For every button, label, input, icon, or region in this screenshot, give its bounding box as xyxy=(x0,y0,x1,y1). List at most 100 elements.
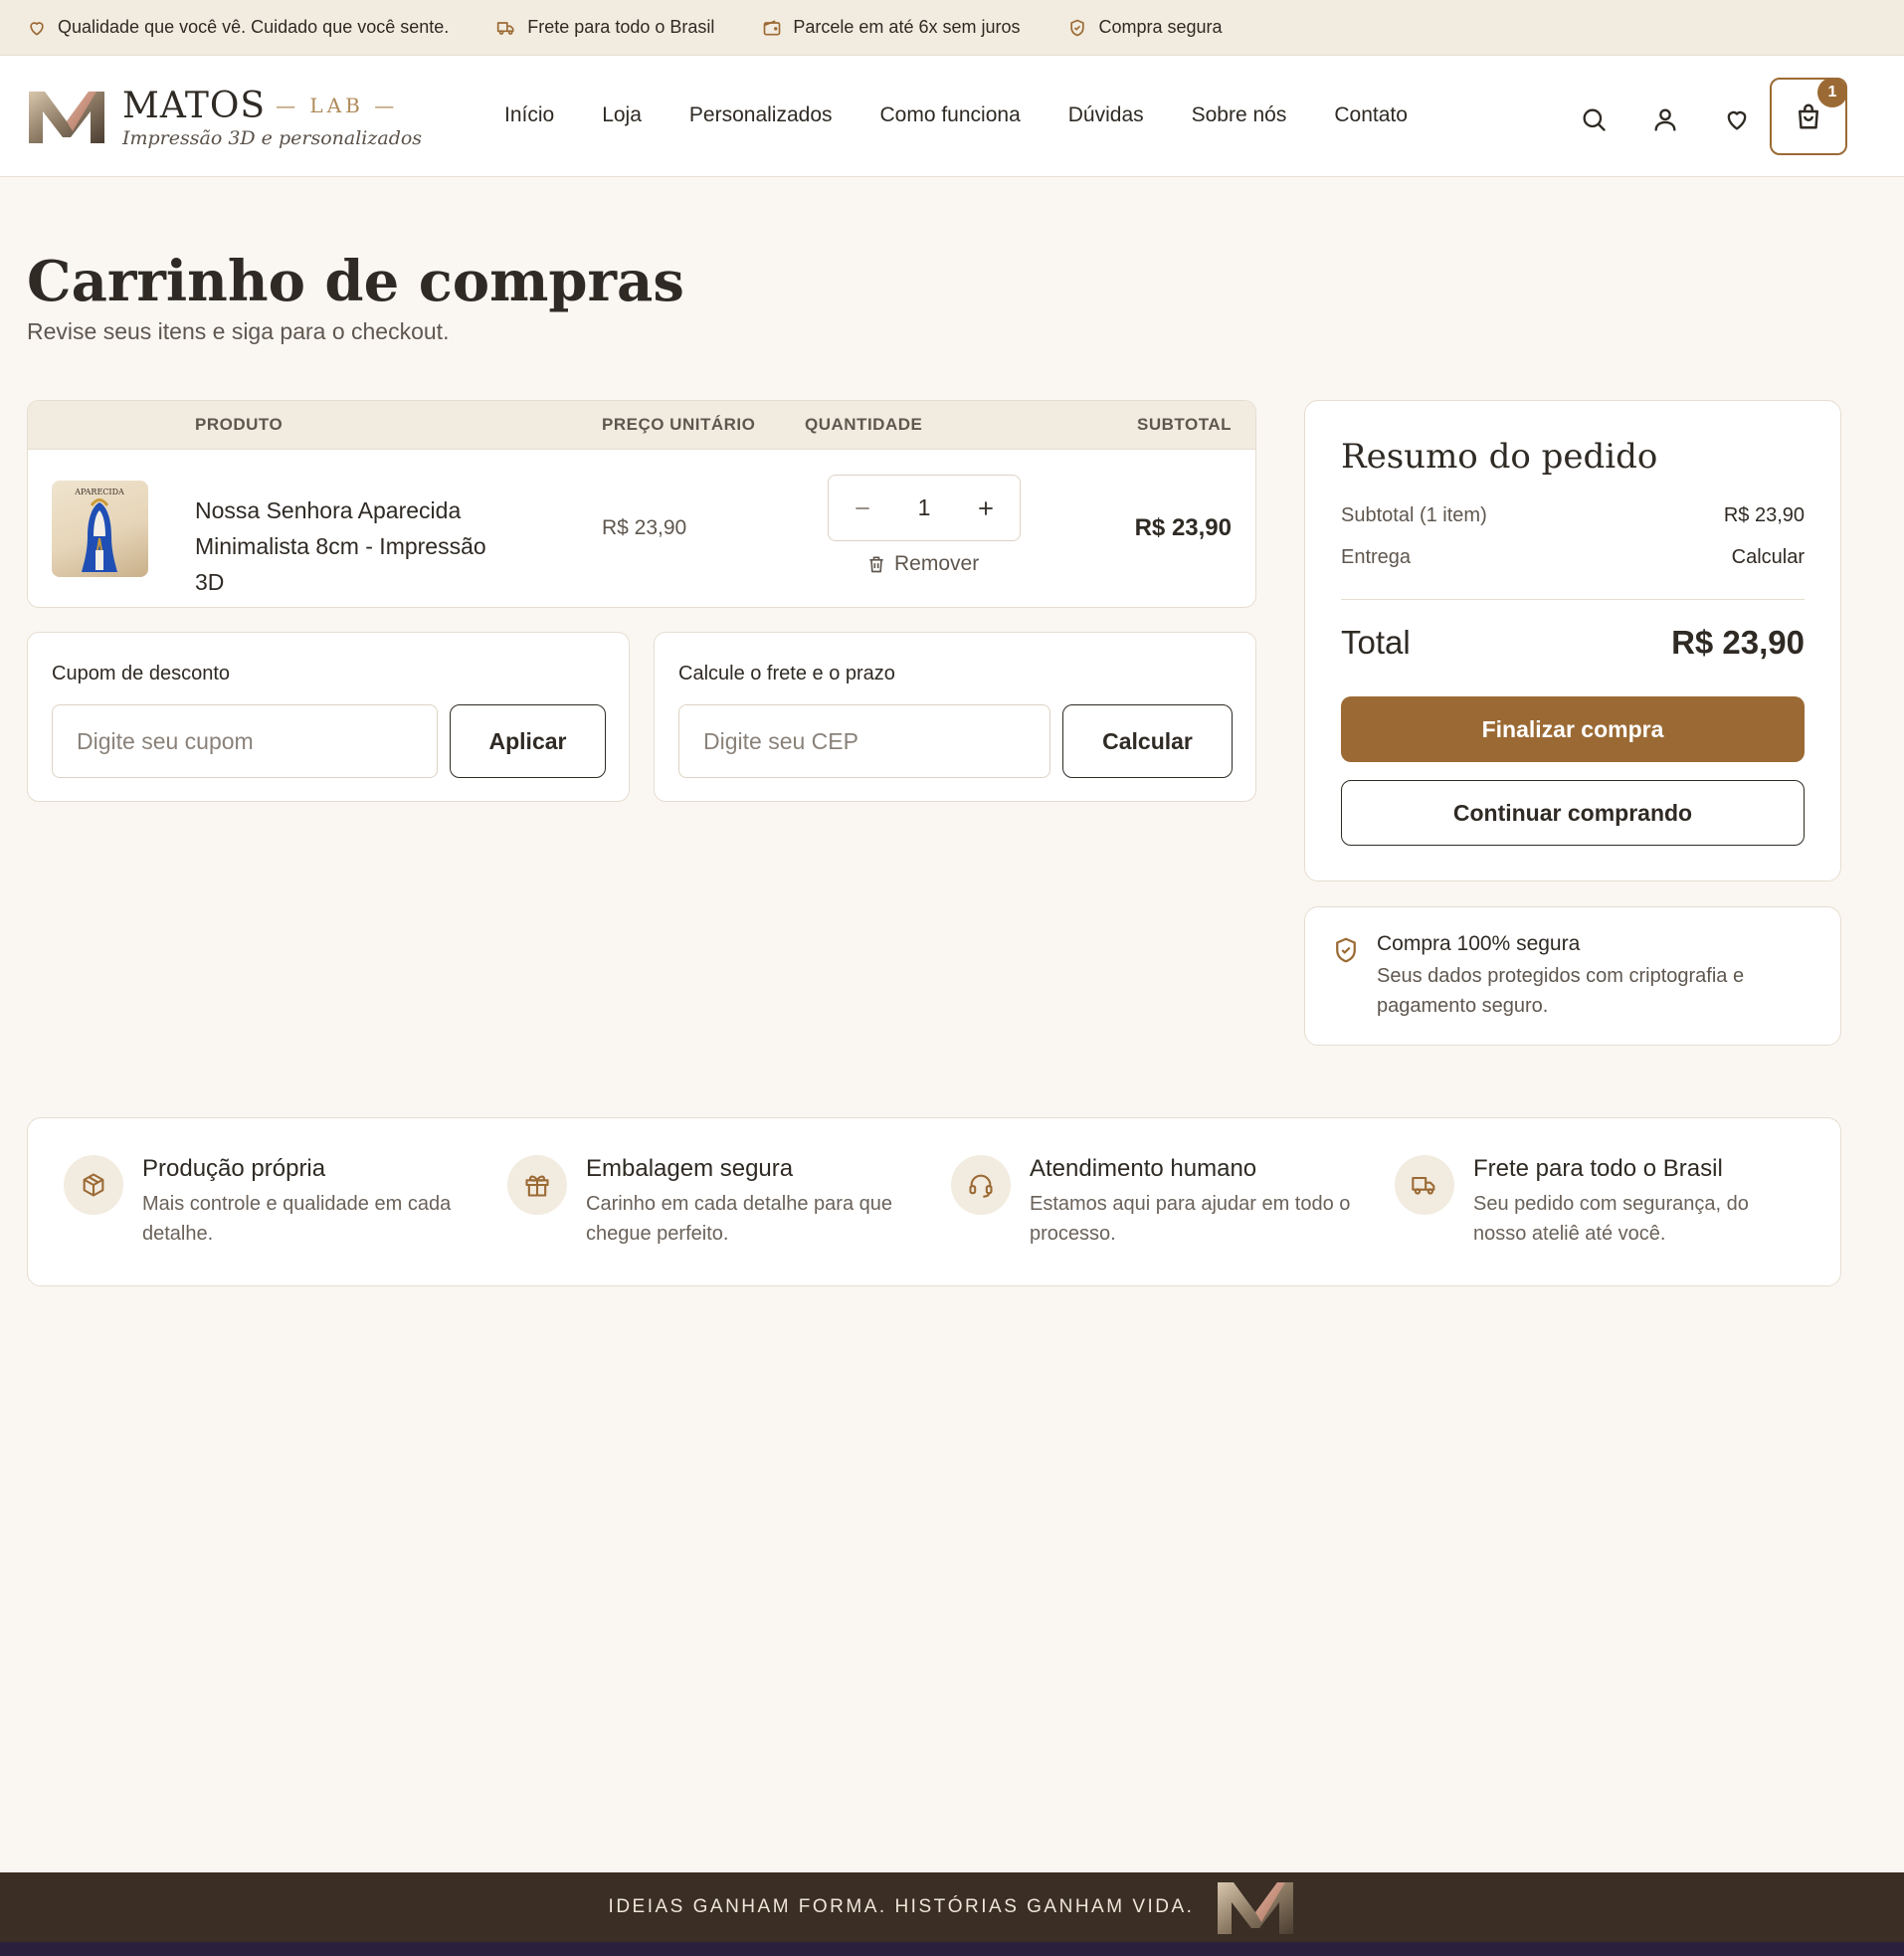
page-title: Carrinho de compras xyxy=(27,249,684,314)
cart-button[interactable]: 1 xyxy=(1770,78,1847,155)
announcement-bar: Qualidade que você vê. Cuidado que você … xyxy=(0,0,1904,56)
gift-icon xyxy=(525,1175,549,1197)
nav-item-sobre-nos[interactable]: Sobre nós xyxy=(1192,103,1287,127)
cep-input[interactable] xyxy=(678,704,1050,778)
main-nav: Início Loja Personalizados Como funciona… xyxy=(504,103,1408,127)
checkout-button[interactable]: Finalizar compra xyxy=(1341,696,1805,762)
feature-icon-wrap xyxy=(1395,1155,1454,1215)
truck-icon xyxy=(1412,1176,1435,1195)
topbar-item-shipping: Frete para todo o Brasil xyxy=(496,17,714,38)
shipping-card: Calcule o frete e o prazo Calcular xyxy=(654,632,1256,802)
feature-item: Produção própria Mais controle e qualida… xyxy=(64,1155,481,1255)
column-header-unit-price: PREÇO UNITÁRIO xyxy=(602,415,756,434)
secure-purchase-card: Compra 100% segura Seus dados protegidos… xyxy=(1304,906,1841,1046)
coupon-card: Cupom de desconto Aplicar xyxy=(27,632,630,802)
box-icon xyxy=(83,1173,104,1197)
feature-title: Produção própria xyxy=(142,1155,326,1182)
bottom-strip xyxy=(0,1942,1904,1956)
feature-description: Estamos aqui para ajudar em todo o proce… xyxy=(1030,1193,1351,1245)
feature-description: Seu pedido com segurança, do nosso ateli… xyxy=(1473,1193,1749,1245)
summary-subtotal-value: R$ 23,90 xyxy=(1723,504,1805,526)
summary-title: Resumo do pedido xyxy=(1341,437,1658,477)
cart-count-badge: 1 xyxy=(1817,78,1847,107)
secure-title: Compra 100% segura xyxy=(1377,932,1581,955)
summary-total-row: Total R$ 23,90 xyxy=(1341,624,1805,662)
summary-subtotal-row: Subtotal (1 item) R$ 23,90 xyxy=(1341,504,1805,527)
feature-title: Atendimento humano xyxy=(1030,1155,1257,1182)
order-summary: Resumo do pedido Subtotal (1 item) R$ 23… xyxy=(1304,400,1841,881)
headset-icon xyxy=(969,1174,993,1198)
features-strip: Produção própria Mais controle e qualida… xyxy=(27,1117,1841,1286)
coupon-input[interactable] xyxy=(52,704,438,778)
topbar-text: Frete para todo o Brasil xyxy=(527,17,715,37)
row-subtotal: R$ 23,90 xyxy=(1134,514,1232,541)
summary-subtotal-label: Subtotal (1 item) xyxy=(1341,504,1487,526)
secure-text: Seus dados protegidos com criptografia e… xyxy=(1377,965,1745,1017)
trash-icon xyxy=(869,556,883,573)
wallet-icon xyxy=(764,20,781,35)
nav-item-inicio[interactable]: Início xyxy=(504,103,554,127)
feature-title: Frete para todo o Brasil xyxy=(1473,1155,1723,1182)
logo-brand: MATOS xyxy=(122,85,267,126)
topbar-text: Compra segura xyxy=(1098,17,1223,37)
summary-delivery-row: Entrega Calcular xyxy=(1341,546,1805,569)
unit-price: R$ 23,90 xyxy=(602,516,687,539)
feature-icon-wrap xyxy=(951,1155,1011,1215)
remove-item-button[interactable]: Remover xyxy=(866,552,979,576)
topbar-item-secure: Compra segura xyxy=(1067,17,1223,38)
cart-table: PRODUTO PREÇO UNITÁRIO QUANTIDADE SUBTOT… xyxy=(27,400,1256,608)
logo[interactable]: MATOS — LAB — Impressão 3D e personaliza… xyxy=(27,86,422,149)
page-subtitle: Revise seus itens e siga para o checkout… xyxy=(27,318,450,344)
nav-item-personalizados[interactable]: Personalizados xyxy=(689,103,833,127)
search-icon[interactable] xyxy=(1580,105,1608,133)
plus-icon[interactable] xyxy=(974,496,998,520)
summary-delivery-label: Entrega xyxy=(1341,546,1412,568)
nav-item-loja[interactable]: Loja xyxy=(602,103,642,127)
product-image: APARECIDA xyxy=(74,488,124,572)
column-header-quantity: QUANTIDADE xyxy=(805,415,923,434)
column-header-subtotal: SUBTOTAL xyxy=(1137,415,1232,434)
nav-item-duvidas[interactable]: Dúvidas xyxy=(1068,103,1144,127)
feature-icon-wrap xyxy=(64,1155,123,1215)
minus-icon[interactable] xyxy=(851,496,874,520)
footer-band: IDEIAS GANHAM FORMA. HISTÓRIAS GANHAM VI… xyxy=(0,1872,1904,1942)
feature-icon-wrap xyxy=(507,1155,567,1215)
feature-description: Mais controle e qualidade em cada detalh… xyxy=(142,1193,452,1245)
nav-item-contato[interactable]: Contato xyxy=(1334,103,1408,127)
shield-check-icon xyxy=(1070,19,1085,36)
logo-tagline: Impressão 3D e personalizados xyxy=(122,127,423,149)
logo-mark-icon xyxy=(1218,1882,1294,1934)
nav-item-como-funciona[interactable]: Como funciona xyxy=(880,103,1021,127)
truck-icon xyxy=(497,21,514,35)
logo-brand-sub: — LAB — xyxy=(276,94,399,117)
topbar-text: Parcele em até 6x sem juros xyxy=(793,17,1021,37)
topbar-item-quality: Qualidade que você vê. Cuidado que você … xyxy=(27,17,449,38)
footer-slogan: IDEIAS GANHAM FORMA. HISTÓRIAS GANHAM VI… xyxy=(608,1896,1195,1917)
feature-description: Carinho em cada detalhe para que chegue … xyxy=(586,1193,892,1245)
shipping-label: Calcule o frete e o prazo xyxy=(678,663,895,685)
feature-item: Embalagem segura Carinho em cada detalhe… xyxy=(507,1155,925,1255)
heart-icon xyxy=(30,21,44,36)
coupon-label: Cupom de desconto xyxy=(52,663,231,685)
continue-shopping-button[interactable]: Continuar comprando xyxy=(1341,780,1805,846)
topbar-text: Qualidade que você vê. Cuidado que você … xyxy=(58,17,450,37)
user-icon[interactable] xyxy=(1651,105,1679,133)
heart-icon[interactable] xyxy=(1723,105,1751,133)
calculate-shipping-button[interactable]: Calcular xyxy=(1062,704,1233,778)
summary-total-value: R$ 23,90 xyxy=(1671,624,1805,661)
thumbnail-caption: APARECIDA xyxy=(74,488,124,496)
quantity-value[interactable]: 1 xyxy=(918,494,931,521)
summary-delivery-value[interactable]: Calcular xyxy=(1732,546,1805,569)
quantity-stepper: 1 xyxy=(828,475,1021,541)
product-thumbnail[interactable]: APARECIDA xyxy=(52,481,148,577)
topbar-item-installments: Parcele em até 6x sem juros xyxy=(762,17,1020,38)
feature-item: Frete para todo o Brasil Seu pedido com … xyxy=(1395,1155,1812,1255)
feature-item: Atendimento humano Estamos aqui para aju… xyxy=(951,1155,1369,1255)
apply-coupon-button[interactable]: Aplicar xyxy=(450,704,606,778)
product-name[interactable]: Nossa Senhora Aparecida Minimalista 8cm … xyxy=(195,492,513,600)
column-header-product: PRODUTO xyxy=(195,415,284,434)
shopping-bag-icon xyxy=(1799,103,1818,129)
cart-table-header: PRODUTO PREÇO UNITÁRIO QUANTIDADE SUBTOT… xyxy=(28,401,1255,450)
remove-label: Remover xyxy=(894,552,980,575)
shield-check-icon xyxy=(1336,937,1356,963)
